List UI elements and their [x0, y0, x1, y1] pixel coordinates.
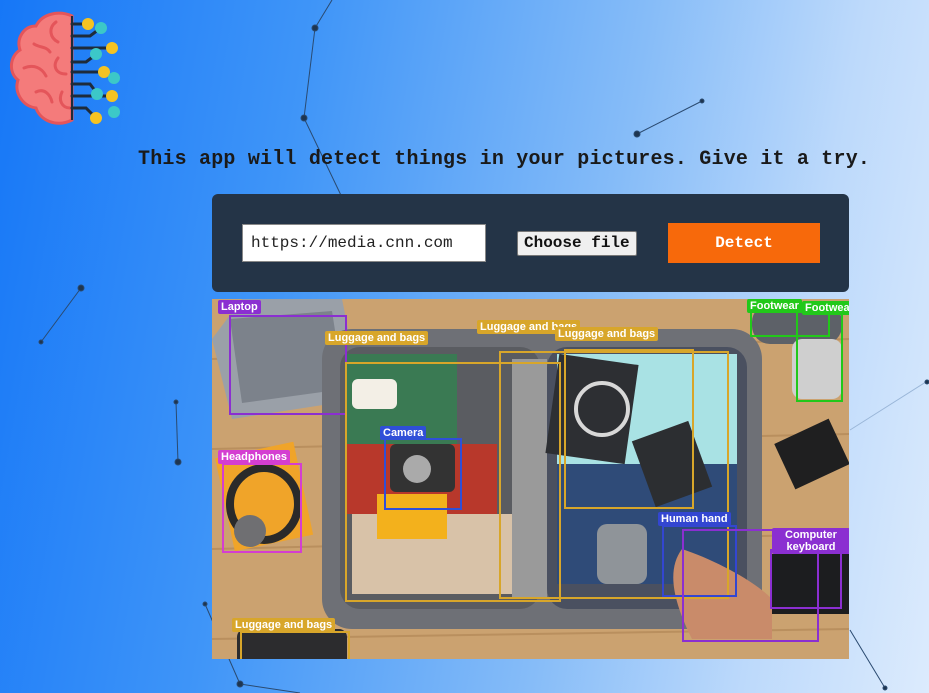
control-panel: Choose file Detect	[212, 194, 849, 292]
detection-label-luggage-bottom: Luggage and bags	[232, 618, 336, 632]
detection-label-footwear-2: Footwear	[802, 301, 849, 315]
detection-label-computer-keyboard: Computer keyboard	[772, 528, 849, 554]
detection-label-human-hand: Human hand	[658, 512, 731, 526]
detection-box-luggage-right	[564, 349, 694, 509]
tagline: This app will detect things in your pict…	[138, 148, 871, 171]
detection-box-footwear-2	[796, 311, 843, 402]
brain-circuit-icon	[10, 11, 120, 125]
detection-label-headphones: Headphones	[218, 450, 291, 464]
detection-label-luggage-left: Luggage and bags	[325, 331, 429, 345]
result-image: Laptop Luggage and bags Luggage and bags…	[212, 299, 849, 659]
detection-box-headphones	[222, 463, 302, 553]
detection-label-camera: Camera	[380, 426, 427, 440]
detection-box-laptop	[229, 315, 347, 415]
choose-file-button[interactable]: Choose file	[517, 231, 637, 256]
detection-label-luggage-right: Luggage and bags	[555, 327, 659, 341]
detect-button[interactable]: Detect	[668, 223, 820, 263]
detection-box-camera	[384, 438, 462, 510]
url-input[interactable]	[242, 224, 486, 262]
detection-label-footwear-1: Footwear	[747, 299, 802, 313]
detection-box-luggage-bottom	[240, 631, 350, 659]
detection-label-laptop: Laptop	[218, 300, 261, 314]
